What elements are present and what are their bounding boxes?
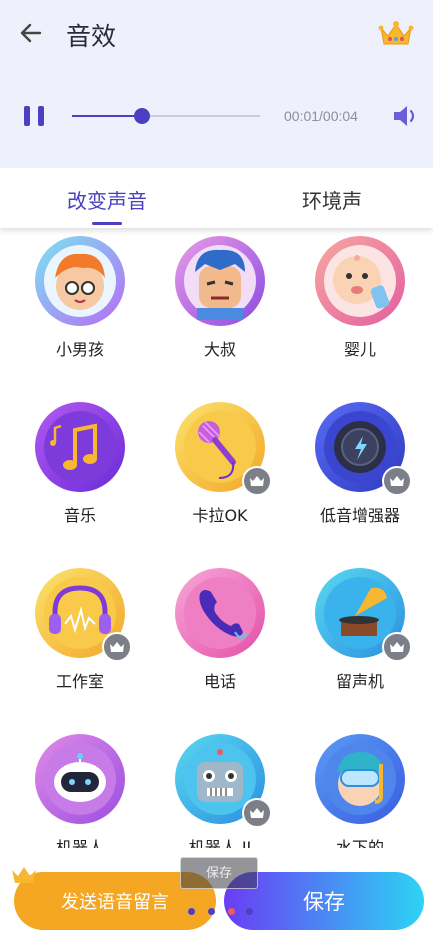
effect-label: 大叔 bbox=[203, 340, 236, 359]
effect-item-uncle[interactable]: 大叔 bbox=[150, 228, 290, 388]
effect-label: 音乐 bbox=[63, 506, 96, 525]
effect-label: 卡拉OK bbox=[192, 506, 248, 525]
tab-indicator bbox=[92, 222, 122, 225]
lock-crown-badge bbox=[382, 632, 412, 662]
progress-slider[interactable] bbox=[72, 108, 260, 124]
effect-label: 机器人 II bbox=[188, 838, 252, 848]
robot-icon bbox=[35, 734, 125, 824]
progress-thumb[interactable] bbox=[133, 108, 150, 124]
tab-change-voice[interactable]: 改变声音 bbox=[67, 185, 147, 214]
volume-icon[interactable] bbox=[392, 104, 418, 128]
effect-label: 电话 bbox=[203, 672, 236, 691]
crown-icon[interactable] bbox=[378, 20, 414, 48]
lock-crown-badge bbox=[382, 466, 412, 496]
time-readout: 00:01/00:04 bbox=[284, 108, 358, 124]
effect-item-robot[interactable]: 机器人 bbox=[10, 726, 150, 848]
diver-icon bbox=[315, 734, 405, 824]
pause-button[interactable] bbox=[24, 106, 46, 126]
tab-ambient-sound[interactable]: 环境声 bbox=[302, 185, 362, 214]
header-area: 音效 00:01/00:04 bbox=[0, 0, 433, 168]
effect-label: 低音增强器 bbox=[319, 506, 400, 525]
boy-icon bbox=[35, 236, 125, 326]
effect-item-karaoke[interactable]: 卡拉OK bbox=[150, 394, 290, 554]
tab-bar: 改变声音 环境声 bbox=[0, 168, 433, 228]
effect-label: 工作室 bbox=[55, 672, 104, 691]
crown-icon bbox=[12, 867, 36, 883]
effect-item-robot-2[interactable]: 机器人 II bbox=[150, 726, 290, 848]
music-notes-icon bbox=[35, 402, 125, 492]
effects-grid: 小男孩 大叔 婴儿 音乐 卡拉OK 低音增强器 工作室 电话 留声机 机器人 机… bbox=[0, 228, 433, 848]
effect-label: 留声机 bbox=[335, 672, 384, 691]
effect-item-boy[interactable]: 小男孩 bbox=[10, 228, 150, 388]
save-tooltip: 保存 bbox=[180, 857, 258, 889]
effect-item-bass-booster[interactable]: 低音增强器 bbox=[290, 394, 430, 554]
effect-item-underwater[interactable]: 水下的 bbox=[290, 726, 430, 848]
effect-item-music[interactable]: 音乐 bbox=[10, 394, 150, 554]
effect-label: 婴儿 bbox=[343, 340, 376, 359]
effect-label: 机器人 bbox=[55, 838, 104, 848]
uncle-icon bbox=[175, 236, 265, 326]
page-indicator bbox=[188, 908, 258, 916]
effect-item-phone[interactable]: 电话 bbox=[150, 560, 290, 720]
effect-item-gramophone[interactable]: 留声机 bbox=[290, 560, 430, 720]
effect-item-baby[interactable]: 婴儿 bbox=[290, 228, 430, 388]
effect-label: 小男孩 bbox=[55, 340, 104, 359]
page-title: 音效 bbox=[66, 22, 117, 51]
lock-crown-badge bbox=[242, 466, 272, 496]
back-arrow-icon[interactable] bbox=[18, 20, 44, 46]
effect-label: 水下的 bbox=[335, 838, 384, 848]
baby-icon bbox=[315, 236, 405, 326]
lock-crown-badge bbox=[102, 632, 132, 662]
phone-icon bbox=[175, 568, 265, 658]
lock-crown-badge bbox=[242, 798, 272, 828]
effect-item-studio[interactable]: 工作室 bbox=[10, 560, 150, 720]
